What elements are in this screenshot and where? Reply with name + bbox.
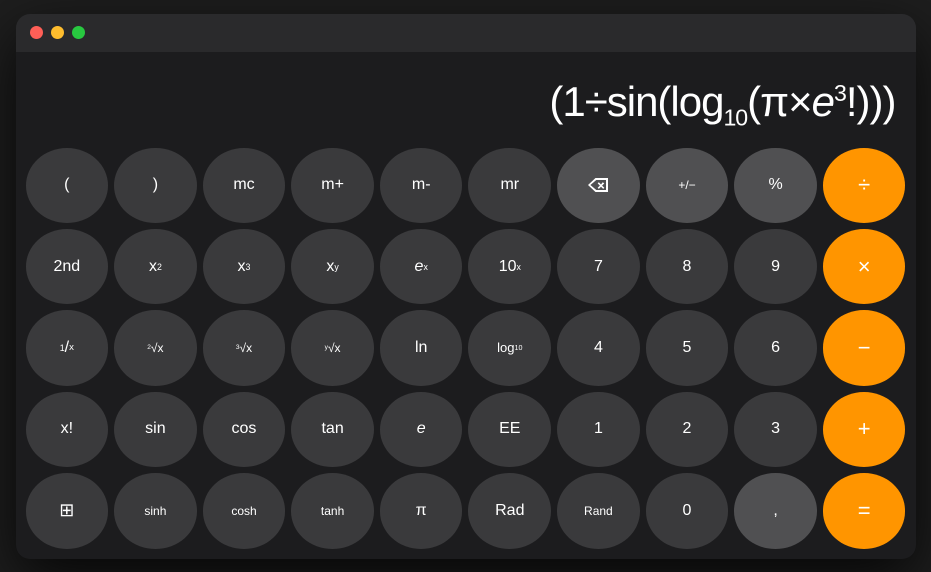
cosh-button[interactable]: cosh: [203, 473, 286, 548]
inv-x-button[interactable]: 1/x: [26, 310, 109, 385]
2-button[interactable]: 2: [646, 392, 729, 467]
10x-button[interactable]: 10x: [468, 229, 551, 304]
calculator-window: (1÷sin(log10(π×e3!))) ()mcm+m-mr +/−%÷ 2nd…: [16, 14, 916, 559]
7-button[interactable]: 7: [557, 229, 640, 304]
divide-button[interactable]: ÷: [823, 148, 906, 223]
sin-button[interactable]: sin: [114, 392, 197, 467]
sqrt3-button[interactable]: 3√x: [203, 310, 286, 385]
converter-button[interactable]: ⊞: [26, 473, 109, 548]
2nd-button[interactable]: 2nd: [26, 229, 109, 304]
tanh-button[interactable]: tanh: [291, 473, 374, 548]
pi-button[interactable]: π: [380, 473, 463, 548]
open-paren-button[interactable]: (: [26, 148, 109, 223]
display-value: (1÷sin(log10(π×e3!))): [549, 81, 895, 129]
mplus-button[interactable]: m+: [291, 148, 374, 223]
sqrty-button[interactable]: y√x: [291, 310, 374, 385]
6-button[interactable]: 6: [734, 310, 817, 385]
log10-button[interactable]: log10: [468, 310, 551, 385]
9-button[interactable]: 9: [734, 229, 817, 304]
0-button[interactable]: 0: [646, 473, 729, 548]
close-paren-button[interactable]: ): [114, 148, 197, 223]
x2-button[interactable]: x2: [114, 229, 197, 304]
xy-button[interactable]: xy: [291, 229, 374, 304]
buttons-grid: ()mcm+m-mr+/−%÷2ndx2x3xyex10x789×1/x2√x3…: [16, 142, 916, 559]
maximize-button[interactable]: [72, 26, 85, 39]
1-button[interactable]: 1: [557, 392, 640, 467]
sinh-button[interactable]: sinh: [114, 473, 197, 548]
comma-button[interactable]: ,: [734, 473, 817, 548]
mc-button[interactable]: mc: [203, 148, 286, 223]
ln-button[interactable]: ln: [380, 310, 463, 385]
tan-button[interactable]: tan: [291, 392, 374, 467]
title-bar: [16, 14, 916, 52]
cos-button[interactable]: cos: [203, 392, 286, 467]
backspace-button[interactable]: [557, 148, 640, 223]
4-button[interactable]: 4: [557, 310, 640, 385]
plus-button[interactable]: +: [823, 392, 906, 467]
equals-button[interactable]: =: [823, 473, 906, 548]
5-button[interactable]: 5: [646, 310, 729, 385]
minimize-button[interactable]: [51, 26, 64, 39]
sqrt2-button[interactable]: 2√x: [114, 310, 197, 385]
x3-button[interactable]: x3: [203, 229, 286, 304]
mr-button[interactable]: mr: [468, 148, 551, 223]
close-button[interactable]: [30, 26, 43, 39]
plus-minus-button[interactable]: +/−: [646, 148, 729, 223]
minus-button[interactable]: −: [823, 310, 906, 385]
display: (1÷sin(log10(π×e3!))): [16, 52, 916, 142]
3-button[interactable]: 3: [734, 392, 817, 467]
rand-button[interactable]: Rand: [557, 473, 640, 548]
multiply-button[interactable]: ×: [823, 229, 906, 304]
ex-button[interactable]: ex: [380, 229, 463, 304]
rad-button[interactable]: Rad: [468, 473, 551, 548]
xfact-button[interactable]: x!: [26, 392, 109, 467]
ee-button[interactable]: EE: [468, 392, 551, 467]
e-button[interactable]: e: [380, 392, 463, 467]
percent-button[interactable]: %: [734, 148, 817, 223]
mminus-button[interactable]: m-: [380, 148, 463, 223]
8-button[interactable]: 8: [646, 229, 729, 304]
